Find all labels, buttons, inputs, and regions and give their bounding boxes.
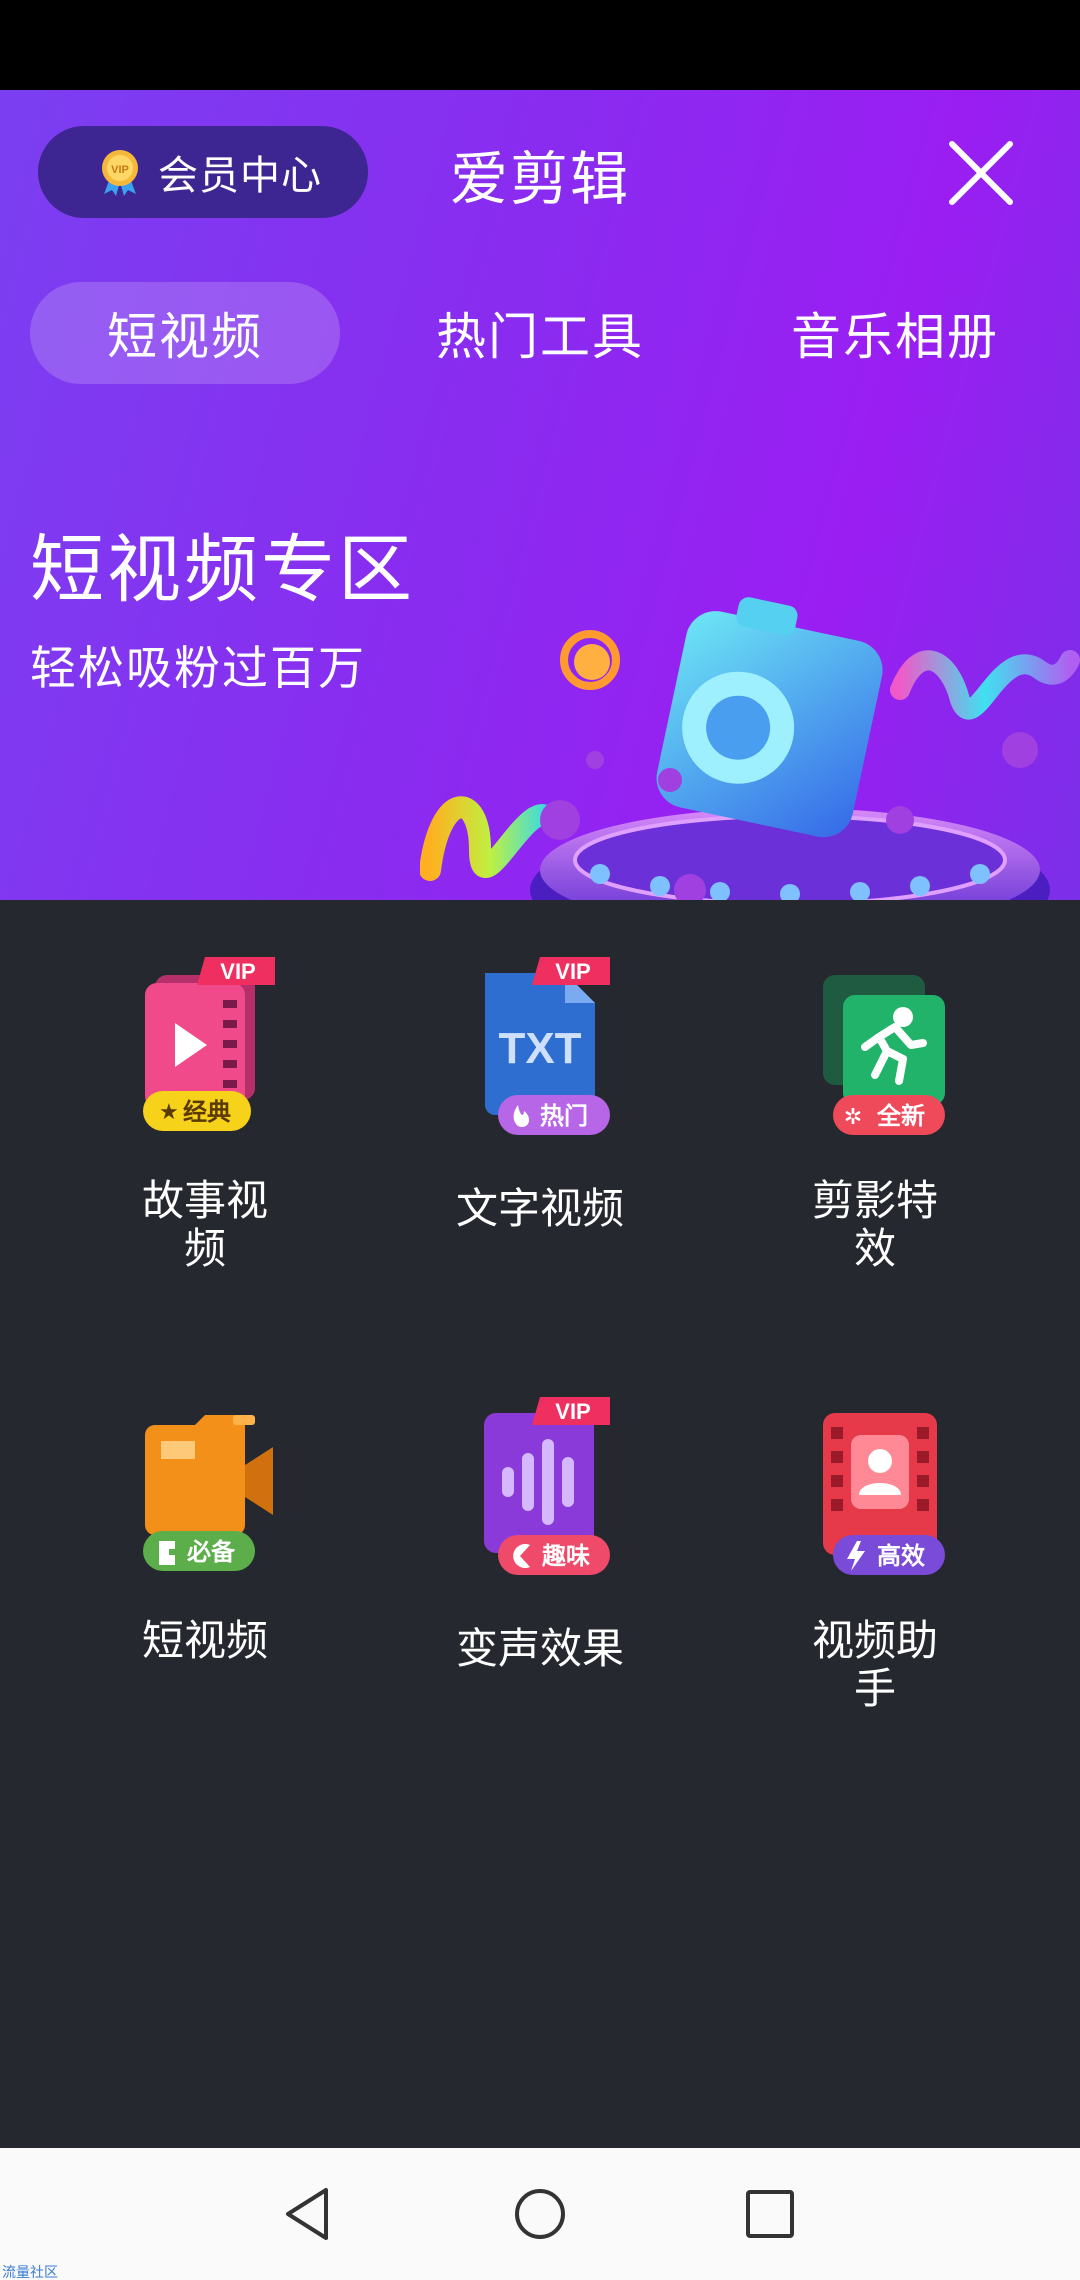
vip-center-label: 会员中心: [158, 153, 322, 199]
tag-badge: 经典: [183, 1098, 231, 1126]
tool-voice-change[interactable]: VIP 趣味 变声效果: [390, 1395, 690, 1695]
tag-badge: 高效: [877, 1542, 925, 1570]
voice-wave-icon: VIP 趣味: [484, 1397, 610, 1575]
tag-badge: 热门: [540, 1102, 588, 1130]
system-nav-bar: [0, 2148, 1080, 2280]
medal-icon: VIP: [102, 150, 138, 196]
watermark: 流量社区: [2, 2265, 58, 2280]
vip-badge: VIP: [555, 1399, 590, 1424]
tool-label: 文字视频: [455, 1184, 624, 1233]
tool-label: 视频助 手: [811, 1616, 938, 1713]
recents-icon[interactable]: [740, 2184, 800, 2244]
tag-badge: 必备: [187, 1538, 236, 1566]
vip-center-button[interactable]: VIP 会员中心: [38, 126, 368, 218]
vip-badge: VIP: [220, 959, 255, 984]
app-title: 爱剪辑: [450, 145, 631, 213]
home-icon[interactable]: [510, 2184, 570, 2244]
back-icon[interactable]: [280, 2184, 340, 2244]
tool-short-video[interactable]: 必备 短视频: [55, 1395, 355, 1695]
svg-text:VIP: VIP: [111, 164, 129, 176]
tool-label: 剪影特 效: [811, 1176, 938, 1273]
sparkle-icon: ✲: [844, 1105, 862, 1130]
running-person-icon: ✲ 全新: [823, 975, 945, 1135]
tab-short-video[interactable]: 短视频: [30, 282, 340, 384]
tool-story-video[interactable]: VIP ★ 经典 故事视 频: [55, 955, 355, 1273]
status-bar: [0, 0, 1080, 90]
tool-label: 故事视 频: [141, 1176, 268, 1273]
tag-badge: 全新: [876, 1102, 925, 1130]
tool-text-video[interactable]: TXT VIP 热门 文字视频: [390, 955, 690, 1255]
txt-icon-text: TXT: [498, 1024, 581, 1073]
tool-silhouette-effect[interactable]: ✲ 全新 剪影特 效: [725, 955, 1025, 1273]
tool-label: 变声效果: [455, 1624, 624, 1673]
hero-header: VIP 会员中心 爱剪辑 短视频 热门工具 音乐相册 短视频专区 轻松吸粉过百万: [0, 90, 1080, 900]
tab-music-album[interactable]: 音乐相册: [740, 282, 1050, 384]
banner-subtitle: 轻松吸粉过百万: [30, 641, 366, 695]
camera-illustration[interactable]: [420, 490, 1080, 900]
tool-video-assistant[interactable]: 高效 视频助 手: [725, 1395, 1025, 1713]
tab-bar: 短视频 热门工具 音乐相册: [0, 282, 1080, 384]
vip-badge: VIP: [555, 959, 590, 984]
banner-title: 短视频专区: [30, 527, 415, 613]
film-user-icon: 高效: [823, 1413, 945, 1575]
tab-hot-tools[interactable]: 热门工具: [385, 282, 695, 384]
star-icon: ★: [159, 1100, 179, 1125]
close-icon[interactable]: [946, 138, 1016, 208]
video-camera-icon: 必备: [143, 1415, 273, 1571]
txt-file-icon: TXT VIP 热门: [485, 957, 610, 1135]
story-video-icon: VIP ★ 经典: [143, 957, 275, 1131]
tag-badge: 趣味: [541, 1542, 590, 1570]
tool-label: 短视频: [141, 1616, 268, 1665]
